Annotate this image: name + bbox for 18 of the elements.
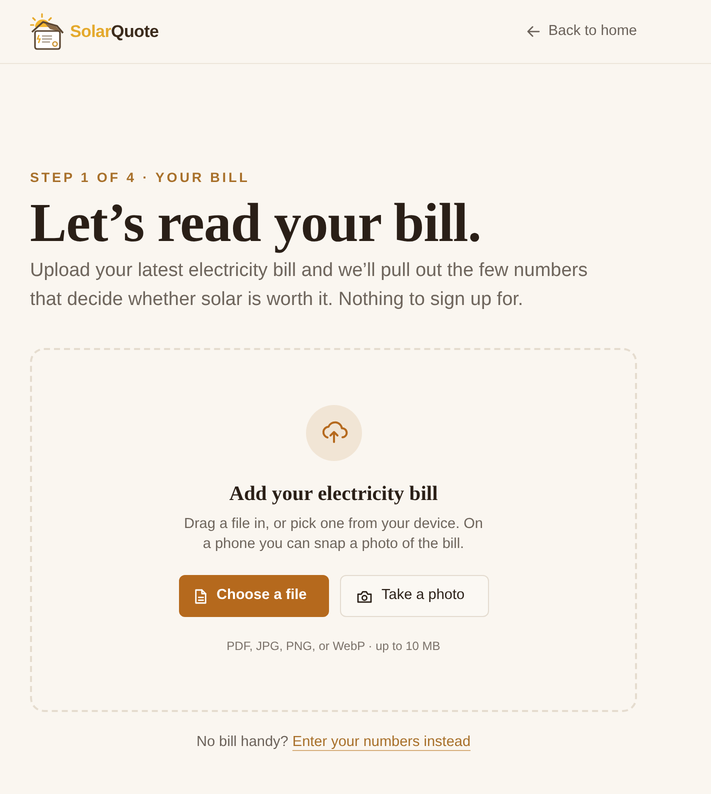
logo-wordmark[interactable]: SolarQuote: [70, 18, 159, 44]
upload-dropzone[interactable]: Add your electricity bill Drag a file in, or pick one from your device. On a phone you can snap a photo of the bill. Choose a file Take a photo PDF, JPG, PNG, or WebP · up to 10 MB: [30, 348, 637, 712]
intro-text: Upload your latest electricity bill and we’ll pull out the few numbers that decide whether solar is worth it. Nothing to sign up for.: [30, 259, 589, 312]
arrow-left-icon: [527, 26, 540, 37]
upload-instructions: Drag a file in, or pick one from your device. On a phone you can snap a photo of the bill.: [184, 515, 484, 554]
manual-entry-link[interactable]: Enter your numbers instead: [292, 734, 471, 750]
page-heading: Let’s read your bill.: [30, 194, 482, 252]
cloud-upload-icon: [306, 405, 362, 461]
document-icon: [194, 588, 206, 604]
camera-icon: [356, 590, 372, 602]
step-label: STEP 1 OF 4 · YOUR BILL: [30, 169, 251, 187]
upload-title: Add your electricity bill: [229, 482, 438, 507]
back-link[interactable]: Back to home: [527, 20, 637, 42]
choose-file-button[interactable]: Choose a file: [178, 575, 328, 617]
house-sun-logo-icon: [30, 12, 66, 50]
take-photo-button[interactable]: Take a photo: [340, 575, 488, 617]
no-bill-prompt: No bill handy?: [196, 734, 288, 750]
file-format-note: PDF, JPG, PNG, or WebP · up to 10 MB: [226, 638, 440, 654]
